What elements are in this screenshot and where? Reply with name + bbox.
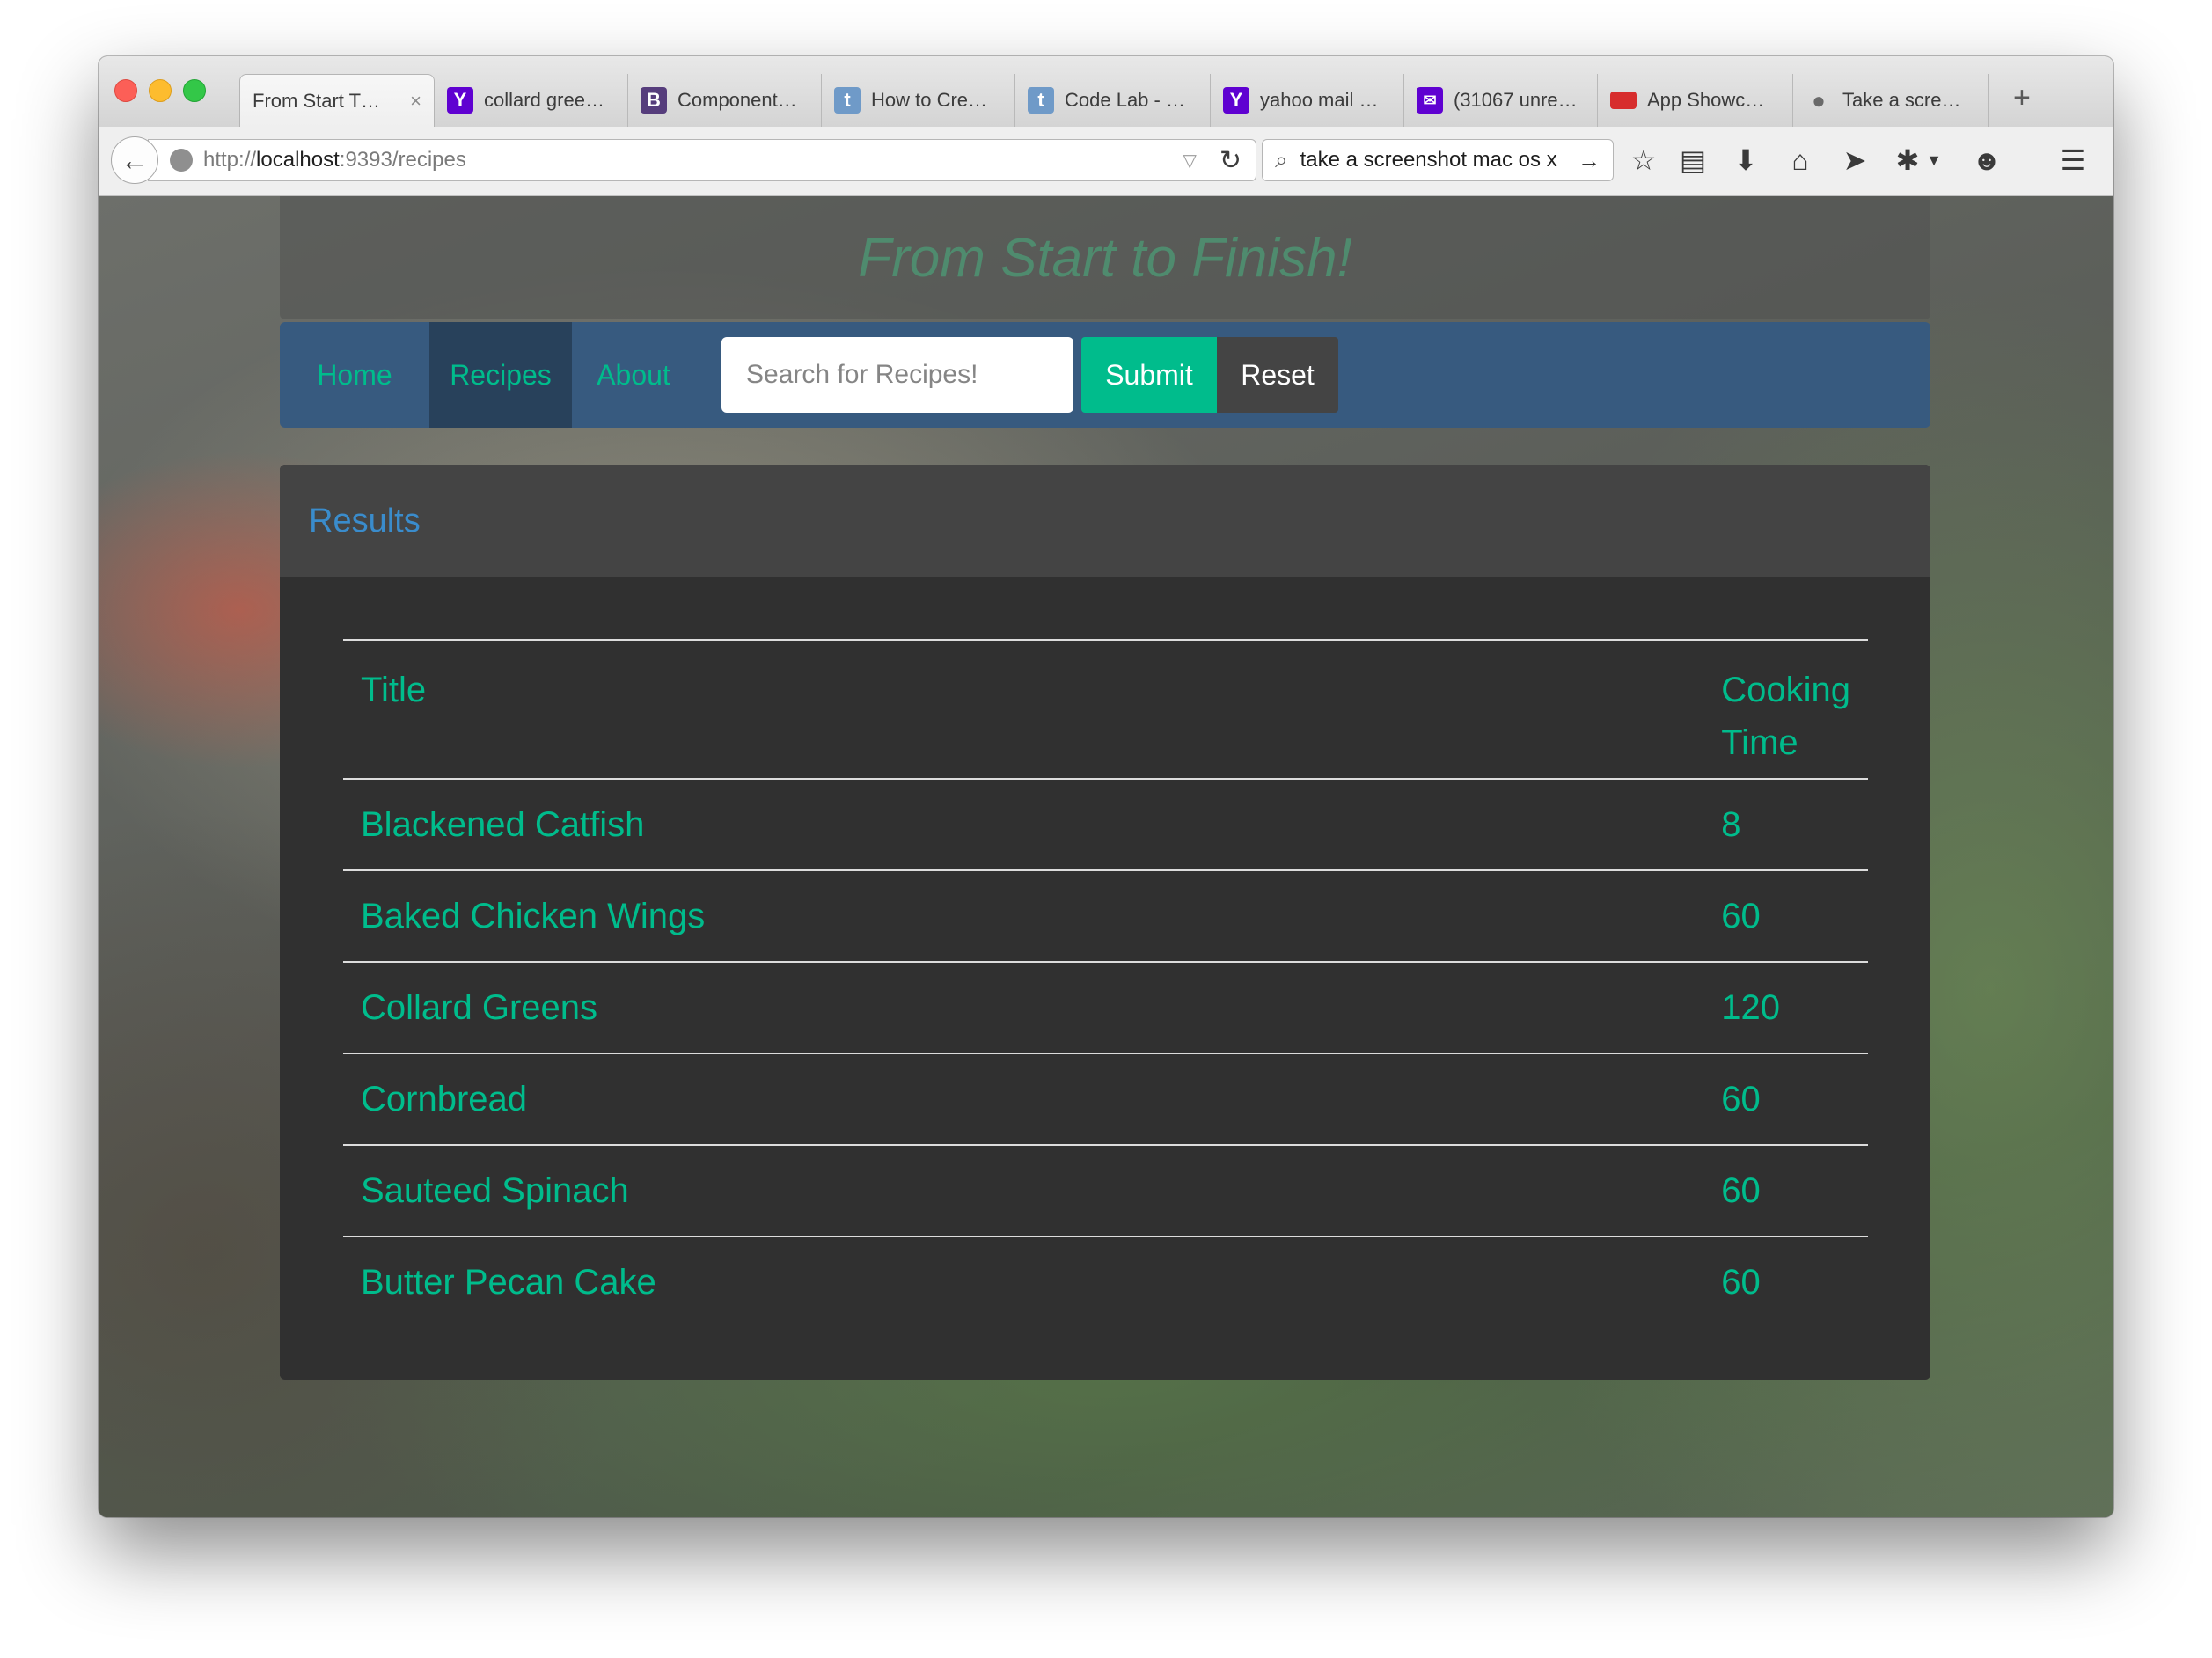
search-icon: ⌕ xyxy=(1275,146,1288,172)
url-path: :9393/recipes xyxy=(339,148,466,172)
recipe-title[interactable]: Baked Chicken Wings xyxy=(343,869,1704,962)
results-panel: Results Title Cooking Time Blackened Cat… xyxy=(280,465,1930,1380)
table-row[interactable]: Butter Pecan Cake 60 xyxy=(343,1236,1868,1327)
table-row[interactable]: Blackened Catfish 8 xyxy=(343,778,1868,870)
new-tab-icon[interactable]: + xyxy=(2013,81,2031,115)
results-table: Title Cooking Time Blackened Catfish 8 B… xyxy=(343,639,1868,1327)
close-window-button[interactable] xyxy=(114,79,137,102)
tab-take-screenshot[interactable]: ● Take a scre… xyxy=(1793,74,1989,127)
table-row[interactable]: Cornbread 60 xyxy=(343,1053,1868,1145)
tab-code-lab[interactable]: t Code Lab - … xyxy=(1015,74,1211,127)
browser-window: From Start T… × Y collard gree… B Compon… xyxy=(99,56,2113,1517)
search-go-icon[interactable]: → xyxy=(1578,147,1600,174)
tab-yahoo-mail[interactable]: Y yahoo mail … xyxy=(1211,74,1404,127)
submit-button[interactable]: Submit xyxy=(1081,337,1217,413)
home-icon[interactable]: ⌂ xyxy=(1781,143,1820,178)
column-cooking-time: Cooking Time xyxy=(1703,639,1868,779)
tab-strip: From Start T… × Y collard gree… B Compon… xyxy=(99,56,2113,127)
recipe-title[interactable]: Butter Pecan Cake xyxy=(343,1236,1704,1327)
tab-label: Take a scre… xyxy=(1842,89,1961,111)
address-bar[interactable]: http://localhost:9393/recipes ▽ ↻ xyxy=(148,139,1256,181)
recipe-title[interactable]: Blackened Catfish xyxy=(343,778,1704,870)
cooking-time: 8 xyxy=(1703,778,1868,870)
tab-label: From Start T… xyxy=(253,89,381,112)
results-heading: Results xyxy=(280,465,1930,577)
recipe-search-input[interactable] xyxy=(721,337,1073,413)
extension-dropdown-icon[interactable]: ▼ xyxy=(1923,143,1945,178)
cooking-time: 60 xyxy=(1703,869,1868,962)
site-title: From Start to Finish! xyxy=(858,227,1352,289)
table-row[interactable]: Collard Greens 120 xyxy=(343,961,1868,1053)
tab-components[interactable]: B Component… xyxy=(628,74,822,127)
url-prefix: http:// xyxy=(203,148,257,172)
browser-toolbar: http://localhost:9393/recipes ▽ ↻ ← ⌕ ta… xyxy=(99,127,2113,196)
cooking-time: 60 xyxy=(1703,1053,1868,1145)
menu-icon[interactable]: ☰ xyxy=(2054,143,2092,178)
recipe-title[interactable]: Sauteed Spinach xyxy=(343,1144,1704,1236)
globe-icon xyxy=(170,149,193,172)
tab-label: Component… xyxy=(678,89,797,111)
chat-icon[interactable]: ☻ xyxy=(1967,143,2006,178)
reload-icon[interactable]: ↻ xyxy=(1220,145,1242,176)
bootstrap-icon: B xyxy=(641,87,667,114)
column-title: Title xyxy=(343,639,1704,779)
extension-icon[interactable]: ✱ xyxy=(1888,143,1927,178)
nav-recipes[interactable]: Recipes xyxy=(429,322,572,428)
nav-about[interactable]: About xyxy=(572,322,695,428)
reading-list-icon[interactable]: ▤ xyxy=(1674,143,1712,178)
cooking-time: 60 xyxy=(1703,1144,1868,1236)
table-row[interactable]: Baked Chicken Wings 60 xyxy=(343,869,1868,962)
zoom-window-button[interactable] xyxy=(183,79,206,102)
close-tab-icon[interactable]: × xyxy=(403,90,421,113)
tab-app-showcase[interactable]: App Showc… xyxy=(1598,74,1793,127)
bookmark-star-icon[interactable]: ☆ xyxy=(1624,143,1663,178)
tab-label: yahoo mail … xyxy=(1260,89,1379,111)
cooking-time: 120 xyxy=(1703,961,1868,1053)
tab-collard-greens[interactable]: Y collard gree… xyxy=(435,74,628,127)
tab-label: App Showc… xyxy=(1647,89,1765,111)
table-header-row: Title Cooking Time xyxy=(343,639,1868,779)
nav-home[interactable]: Home xyxy=(280,322,429,428)
tumblr-icon: t xyxy=(834,87,861,114)
tab-unread-mail[interactable]: ✉ (31067 unre… xyxy=(1404,74,1598,127)
yahoo-icon: Y xyxy=(447,87,473,114)
minimize-window-button[interactable] xyxy=(149,79,172,102)
recipe-title[interactable]: Cornbread xyxy=(343,1053,1704,1145)
recipe-title[interactable]: Collard Greens xyxy=(343,961,1704,1053)
search-bar[interactable]: ⌕ take a screenshot mac os x → xyxy=(1262,139,1614,181)
mail-icon: ✉ xyxy=(1417,87,1443,114)
tab-label: (31067 unre… xyxy=(1454,89,1578,111)
tumblr-icon: t xyxy=(1028,87,1054,114)
tab-label: collard gree… xyxy=(484,89,604,111)
shop-icon xyxy=(1610,92,1637,109)
tab-label: Code Lab - … xyxy=(1065,89,1185,111)
search-bar-text: take a screenshot mac os x xyxy=(1300,148,1557,172)
page-content: From Start to Finish! Home Recipes About… xyxy=(99,196,2113,1517)
apple-icon: ● xyxy=(1812,86,1826,114)
tab-how-to-create[interactable]: t How to Cre… xyxy=(822,74,1015,127)
back-arrow-icon: ← xyxy=(121,143,149,176)
reset-button[interactable]: Reset xyxy=(1217,337,1338,413)
url-dropdown-icon[interactable]: ▽ xyxy=(1183,150,1196,172)
url-host: localhost xyxy=(256,148,340,172)
site-navbar: Home Recipes About Submit Reset xyxy=(280,322,1930,428)
yahoo-icon: Y xyxy=(1223,87,1249,114)
back-button[interactable]: ← xyxy=(111,136,158,184)
cooking-time: 60 xyxy=(1703,1236,1868,1327)
download-icon[interactable]: ⬇ xyxy=(1726,143,1765,178)
send-icon[interactable]: ➤ xyxy=(1835,143,1874,178)
table-row[interactable]: Sauteed Spinach 60 xyxy=(343,1144,1868,1236)
tab-label: How to Cre… xyxy=(871,89,988,111)
tab-from-start[interactable]: From Start T… × xyxy=(239,74,435,127)
site-header: From Start to Finish! xyxy=(280,196,1930,319)
